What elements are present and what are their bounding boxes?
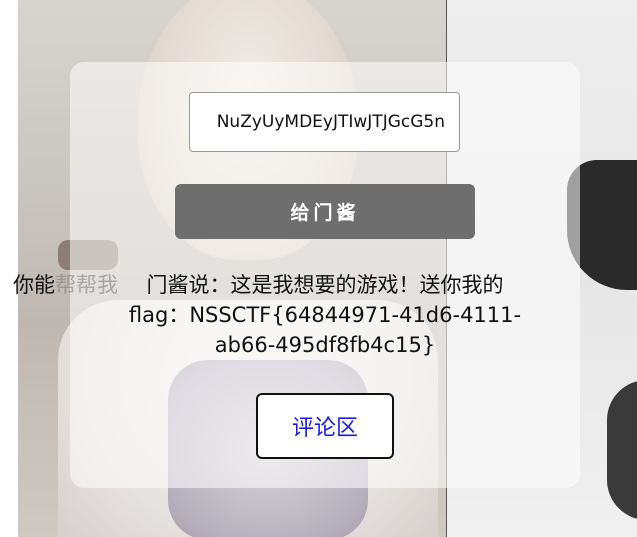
result-line-1: 门酱说：这是我想要的游戏！送你我的 <box>146 273 504 297</box>
scrolling-message-lead: ，你能 <box>0 273 55 297</box>
photo-detail <box>607 380 637 520</box>
comment-section-link[interactable]: 评论区 <box>256 393 394 459</box>
page-gutter <box>0 0 18 537</box>
result-line-2: flag：NSSCTF{64844971-41d6-4111- <box>128 303 522 327</box>
token-input[interactable] <box>189 92 460 152</box>
give-button[interactable]: 给门酱 <box>175 184 475 239</box>
result-line-3: ab66-495df8fb4c15} <box>214 333 436 357</box>
result-message: 门酱说：这是我想要的游戏！送你我的 flag：NSSCTF{64844971-4… <box>100 270 550 360</box>
